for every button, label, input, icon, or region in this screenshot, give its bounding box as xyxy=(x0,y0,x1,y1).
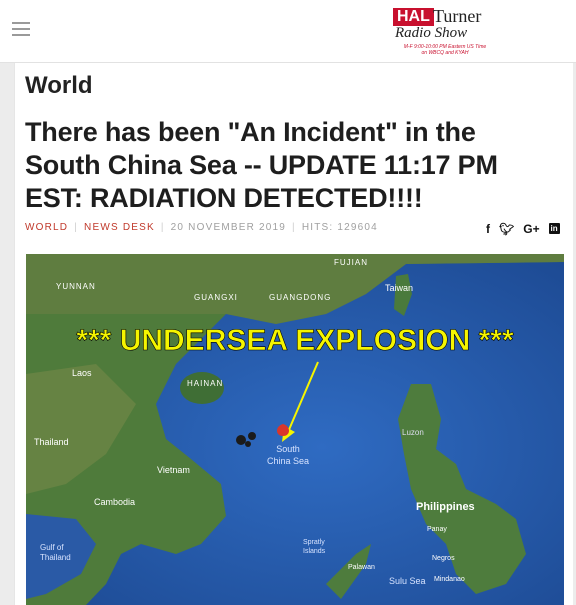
logo-turner: Turner xyxy=(433,6,482,26)
label-islands: Islands xyxy=(303,548,326,555)
label-yunnan: YUNNAN xyxy=(56,282,96,291)
label-south: South xyxy=(276,444,300,454)
twitter-icon[interactable]: 🐦︎ xyxy=(499,222,514,236)
author-link[interactable]: NEWS DESK xyxy=(84,222,155,233)
site-logo[interactable]: HAL Turner Radio Show M-F 9:00-10:00 PM … xyxy=(393,6,493,58)
linkedin-icon[interactable]: in xyxy=(548,223,560,234)
label-guangxi: GUANGXI xyxy=(194,293,238,302)
label-mindanao: Mindanao xyxy=(434,576,465,583)
label-laos: Laos xyxy=(72,368,92,378)
label-cambodia: Cambodia xyxy=(94,497,135,507)
label-philippines: Philippines xyxy=(416,501,475,513)
label-fujian: FUJIAN xyxy=(334,258,368,267)
label-china-sea: China Sea xyxy=(267,456,309,466)
article-map-image: *** UNDERSEA EXPLOSION *** FUJIAN YUNNAN… xyxy=(26,254,564,605)
share-bar: f 🐦︎ G+ in xyxy=(486,222,560,236)
logo-radio-show: Radio Show xyxy=(395,25,468,41)
label-palawan: Palawan xyxy=(348,564,375,571)
section-title[interactable]: World xyxy=(25,72,93,100)
label-sulu-sea: Sulu Sea xyxy=(389,576,426,586)
label-luzon: Luzon xyxy=(402,428,424,437)
label-gulf-of: Gulf of xyxy=(40,543,64,552)
map-banner: *** UNDERSEA EXPLOSION *** xyxy=(76,324,514,357)
logo-hal: HAL xyxy=(393,8,434,26)
google-plus-icon[interactable]: G+ xyxy=(523,222,539,236)
hainan-island xyxy=(180,372,224,404)
article-title: There has been "An Incident" in the Sout… xyxy=(25,117,498,213)
label-panay: Panay xyxy=(427,526,447,533)
menu-icon[interactable] xyxy=(12,22,30,36)
label-thailand: Thailand xyxy=(34,437,69,447)
article-meta: WORLD | NEWS DESK | 20 NOVEMBER 2019 | HITS: 1… xyxy=(25,222,378,233)
map-svg: *** UNDERSEA EXPLOSION *** FUJIAN YUNNAN… xyxy=(26,254,564,605)
category-link[interactable]: WORLD xyxy=(25,222,68,233)
site-header: HAL Turner Radio Show M-F 9:00-10:00 PM … xyxy=(0,0,576,63)
label-guangdong: GUANGDONG xyxy=(269,293,331,302)
hits-count: HITS: 129604 xyxy=(301,222,378,233)
article-date: 20 NOVEMBER 2019 xyxy=(170,222,287,233)
label-taiwan: Taiwan xyxy=(385,283,413,293)
label-vietnam: Vietnam xyxy=(157,465,190,475)
label-hainan: HAINAN xyxy=(187,379,223,388)
facebook-icon[interactable]: f xyxy=(486,222,490,236)
label-gulf-thailand: Thailand xyxy=(40,553,71,562)
logo-schedule: M-F 9:00-10:00 PM Eastern US Time on WBC… xyxy=(403,44,487,56)
label-spratly: Spratly xyxy=(303,539,325,546)
label-negros: Negros xyxy=(432,555,455,562)
